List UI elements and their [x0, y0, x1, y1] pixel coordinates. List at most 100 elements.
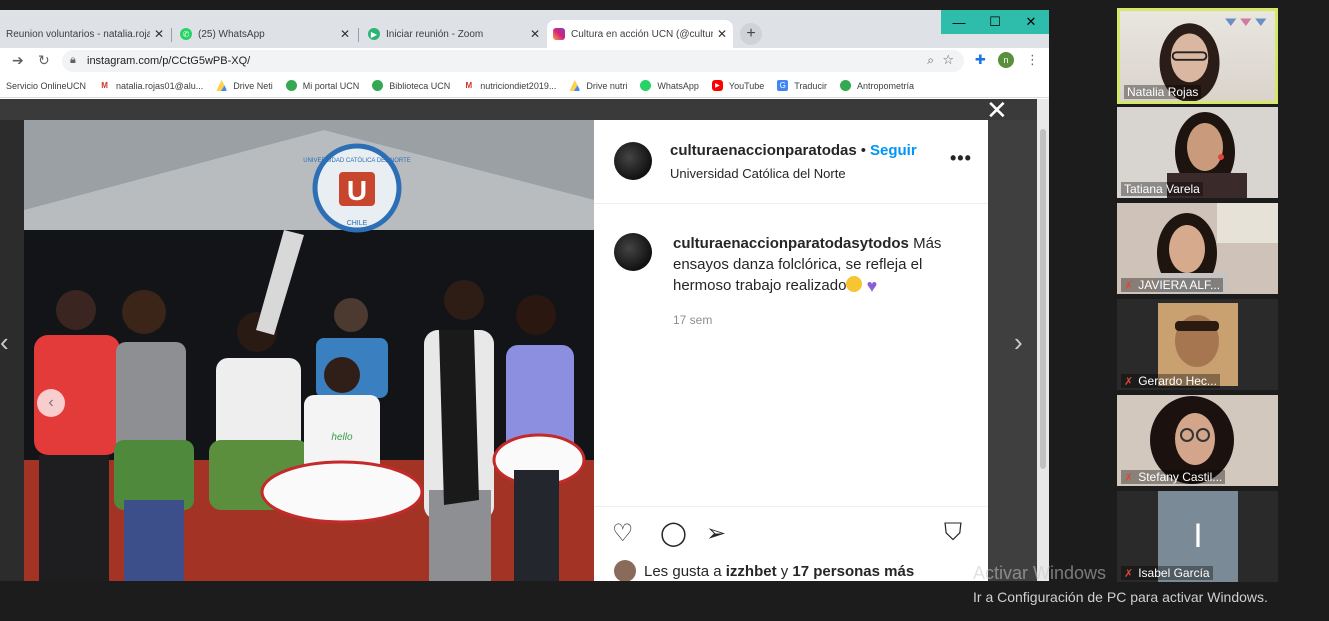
participant-tile[interactable]: ✗ Stefany Castil...	[1117, 395, 1278, 486]
bookmark-item[interactable]: G Traducir	[777, 80, 827, 91]
bookmark-item[interactable]: Mi portal UCN	[285, 80, 359, 91]
tab-title: Iniciar reunión - Zoom	[386, 28, 484, 40]
tab-strip: Reunion voluntarios - natalia.rojas ✕ ✆ …	[0, 10, 1049, 48]
post-photo-image: UNIVERSIDAD CATÓLICA DEL NORTE U CHILE h…	[24, 120, 595, 581]
muted-mic-icon: ✗	[1124, 567, 1134, 580]
address-bar[interactable]: 🔒︎ instagram.com/p/CCtG5wPB-XQ/ ⌕ ☆	[62, 50, 964, 72]
globe-icon	[839, 80, 851, 91]
whatsapp-icon: ✆	[180, 28, 192, 40]
gmail-icon: M	[101, 81, 108, 90]
separator-dot: •	[860, 142, 866, 159]
bookmarks-bar: Servicio OnlineUCN Mnatalia.rojas01@alu.…	[0, 74, 1049, 98]
tab-title: Reunion voluntarios - natalia.rojas	[6, 28, 150, 40]
lock-icon: 🔒︎	[70, 54, 76, 66]
caption-username[interactable]: culturaenaccionparatodasytodos	[673, 235, 909, 252]
likes-line: Les gusta a izzhbet y 17 personas más	[614, 560, 914, 581]
extensions-icon[interactable]: ✚	[975, 52, 986, 68]
author-avatar[interactable]	[614, 142, 652, 180]
muted-mic-icon: ✗	[1124, 279, 1134, 292]
page-scrollbar[interactable]	[1037, 99, 1049, 581]
post-timestamp[interactable]: 17 sem	[673, 313, 712, 327]
bookmark-item[interactable]: Drive nutri	[569, 80, 627, 91]
tab-zoom[interactable]: ▶ Iniciar reunión - Zoom ✕	[362, 20, 546, 48]
menu-icon[interactable]: ⋮	[1026, 52, 1039, 68]
close-window-button[interactable]: ✕	[1013, 10, 1049, 34]
muted-mic-icon: ✗	[1124, 375, 1134, 388]
chevron-left-icon[interactable]: ‹	[0, 327, 9, 358]
liker-avatar	[614, 560, 636, 581]
drive-icon	[569, 80, 581, 91]
activate-windows-title: Activar Windows	[973, 563, 1107, 583]
globe-icon	[285, 80, 297, 91]
save-bookmark-icon[interactable]: ⛉	[944, 519, 962, 547]
close-tab-icon[interactable]: ✕	[340, 27, 350, 41]
instagram-icon	[553, 28, 565, 40]
gmail-icon: M	[465, 81, 473, 90]
bookmark-item[interactable]: ▶ YouTube	[711, 80, 764, 91]
purple-heart-icon: ♥	[866, 276, 878, 296]
address-row: ➔ ↻ 🔒︎ instagram.com/p/CCtG5wPB-XQ/ ⌕ ☆ …	[0, 48, 1049, 74]
post-location[interactable]: Universidad Católica del Norte	[670, 166, 846, 181]
like-heart-icon[interactable]: ♡	[612, 519, 634, 548]
liker-username[interactable]: izzhbet	[726, 563, 777, 580]
tab-whatsapp[interactable]: ✆ (25) WhatsApp ✕	[174, 20, 356, 48]
url-text: instagram.com/p/CCtG5wPB-XQ/	[87, 55, 251, 67]
profile-avatar[interactable]: n	[998, 52, 1014, 68]
zoom-icon: ▶	[368, 28, 380, 40]
close-tab-icon[interactable]: ✕	[530, 27, 540, 41]
close-modal-icon[interactable]: ✕	[986, 99, 1008, 123]
close-tab-icon[interactable]: ✕	[717, 27, 727, 41]
bookmark-star-icon[interactable]: ☆	[942, 52, 954, 68]
participant-tile[interactable]: ✗ JAVIERA ALF...	[1117, 203, 1278, 294]
svg-text:CHILE: CHILE	[347, 220, 368, 227]
globe-icon	[372, 80, 384, 91]
bookmark-item[interactable]: WhatsApp	[640, 80, 699, 91]
reload-icon[interactable]: ↻	[38, 52, 50, 69]
bookmark-item[interactable]: Servicio OnlineUCN	[6, 81, 86, 91]
bookmark-item[interactable]: Drive Neti	[216, 80, 273, 91]
likes-count[interactable]: 17 personas más	[792, 563, 914, 580]
caption-author-avatar[interactable]	[614, 233, 652, 271]
svg-text:U: U	[347, 175, 367, 206]
forward-icon[interactable]: ➔	[12, 52, 24, 69]
participant-tile[interactable]: I ✗ Isabel García	[1117, 491, 1278, 582]
tab-title: Cultura en acción UCN (@cultura	[571, 28, 713, 40]
browser-window: Reunion voluntarios - natalia.rojas ✕ ✆ …	[0, 10, 1049, 581]
bookmark-item[interactable]: Mnatalia.rojas01@alu...	[99, 80, 203, 91]
tab-instagram[interactable]: Cultura en acción UCN (@cultura ✕	[547, 20, 733, 48]
caption-text: culturaenaccionparatodasytodos Más ensay…	[673, 233, 973, 297]
author-username[interactable]: culturaenaccionparatodas	[670, 142, 857, 159]
background-page-right	[988, 120, 1037, 581]
tab-title: (25) WhatsApp	[198, 28, 265, 40]
participant-tile[interactable]: ✗ Gerardo Hec...	[1117, 299, 1278, 390]
participant-name: ✗ JAVIERA ALF...	[1121, 278, 1224, 292]
muted-mic-icon: ✗	[1124, 471, 1134, 484]
youtube-icon: ▶	[711, 80, 723, 91]
whatsapp-icon	[640, 80, 652, 91]
post-photo: UNIVERSIDAD CATÓLICA DEL NORTE U CHILE h…	[24, 120, 595, 581]
participant-tile[interactable]: Tatiana Varela	[1117, 107, 1278, 198]
post-details-panel: culturaenaccionparatodas • Seguir Universi…	[594, 120, 988, 581]
new-tab-button[interactable]: +	[740, 23, 762, 45]
follow-button[interactable]: Seguir	[870, 142, 917, 159]
bookmark-item[interactable]: Mnutriciondiet2019...	[463, 80, 556, 91]
participant-tile[interactable]: Natalia Rojas	[1117, 8, 1278, 104]
post-header: culturaenaccionparatodas • Seguir Universi…	[594, 120, 988, 204]
svg-text:hello: hello	[331, 432, 353, 443]
maximize-button[interactable]: ☐	[977, 10, 1013, 34]
minimize-button[interactable]: —	[941, 10, 977, 34]
participant-name: Natalia Rojas	[1124, 85, 1202, 99]
bookmark-item[interactable]: Antropometría	[839, 80, 914, 91]
comment-icon[interactable]: ◯	[660, 519, 687, 548]
previous-photo-button[interactable]: ‹	[37, 389, 65, 417]
close-tab-icon[interactable]: ✕	[154, 27, 164, 41]
screen: Reunion voluntarios - natalia.rojas ✕ ✆ …	[0, 0, 1329, 621]
next-post-chevron-icon[interactable]: ›	[1014, 327, 1023, 358]
zoom-icon[interactable]: ⌕	[927, 53, 934, 68]
participant-name: ✗ Gerardo Hec...	[1121, 374, 1220, 388]
more-options-icon[interactable]: •••	[950, 148, 972, 169]
author-line: culturaenaccionparatodas • Seguir	[670, 142, 917, 159]
bookmark-item[interactable]: Biblioteca UCN	[372, 80, 450, 91]
tab-gmail[interactable]: Reunion voluntarios - natalia.rojas ✕	[0, 20, 170, 48]
share-icon[interactable]: ➢	[706, 519, 726, 548]
